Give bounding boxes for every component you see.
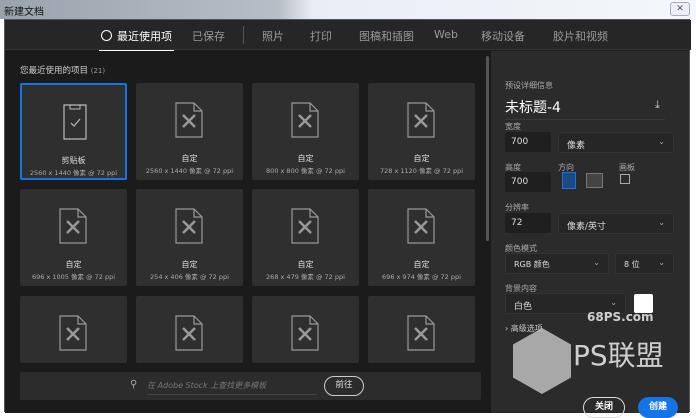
create-button[interactable]: 创建 [638,397,678,418]
item-size: 800 x 800 像素 @ 72 ppi [266,167,345,175]
document-icon [175,102,203,138]
recent-count: (21) [90,67,106,75]
item-size: 696 x 1005 像素 @ 72 ppi [31,273,116,281]
document-icon [175,315,203,351]
clipboard-icon [63,104,87,140]
document-icon [407,208,435,244]
item-name: 自定 [297,260,314,269]
height-input[interactable]: 700 [505,172,551,192]
bit-depth-select[interactable]: 8 位 ⌄ [615,253,674,274]
item-size: 268 x 479 像素 @ 72 ppi [266,273,345,281]
tab-recent[interactable]: 最近使用项 [99,28,174,52]
item-size: 728 x 1120 像素 @ 72 ppi [379,167,464,175]
tab-mobile[interactable]: 移动设备 [481,28,525,44]
window-close-button[interactable]: ✕ [670,2,690,16]
portrait-icon[interactable] [562,172,576,189]
preset-details-panel: 预设详细信息 未标题-4 ⤓ 宽度 700 像素 ⌄ 高度 方向 画板 700 分… [491,51,689,418]
search-icon: ⚲ [130,379,138,390]
item-name: 自定 [181,260,198,269]
recent-item-card[interactable] [368,296,475,363]
tab-saved[interactable]: 已保存 [192,28,225,44]
tab-label: 最近使用项 [117,30,172,43]
watermark-logo [513,328,571,394]
width-input[interactable]: 700 [505,132,551,152]
document-icon [59,208,87,244]
title-bar: 新建文档 ✕ [0,0,696,19]
document-icon [291,315,319,351]
resolution-label: 分辨率 [505,203,529,212]
window-title: 新建文档 [4,7,44,18]
recent-item-card[interactable]: 自定 800 x 800 像素 @ 72 ppi [252,83,359,180]
document-icon [407,315,435,351]
recent-item-card[interactable]: 剪贴板 2560 x 1440 像素 @ 72 ppi [20,83,127,180]
recent-heading-text: 您最近使用的项目 [20,66,89,76]
landscape-icon[interactable] [586,173,603,188]
item-name: 自定 [181,154,198,163]
item-size: 2560 x 1440 像素 @ 72 ppi [29,169,118,177]
item-name: 剪贴板 [61,156,86,165]
tab-art[interactable]: 图稿和插图 [359,28,414,44]
artboard-checkbox[interactable] [620,174,630,184]
chevron-down-icon: ⌄ [658,218,665,227]
color-mode-select[interactable]: RGB 颜色 ⌄ [505,253,609,274]
item-size: 2560 x 1440 像素 @ 72 ppi [145,167,234,175]
recent-item-card[interactable] [20,296,127,363]
recent-item-card[interactable]: 自定 2560 x 1440 像素 @ 72 ppi [136,83,243,180]
close-button[interactable]: 关闭 [583,397,625,418]
tab-bar: 最近使用项 已保存 照片 打印 图稿和插图 Web 移动设备 胶片和视频 [5,20,691,52]
recent-item-card[interactable]: 自定 728 x 1120 像素 @ 72 ppi [368,83,475,180]
recent-item-card[interactable]: 自定 254 x 406 像素 @ 72 ppi [136,189,243,286]
new-document-dialog: 最近使用项 已保存 照片 打印 图稿和插图 Web 移动设备 胶片和视频 您最近… [4,19,691,418]
tab-photo[interactable]: 照片 [262,28,284,44]
document-name-input[interactable]: 未标题-4 [505,97,665,120]
recent-item-card[interactable]: 自定 696 x 1005 像素 @ 72 ppi [20,189,127,286]
tab-web[interactable]: Web [434,28,458,41]
chevron-down-icon: ⌄ [658,258,665,267]
item-size: 696 x 974 像素 @ 72 ppi [382,273,461,281]
recent-item-card[interactable]: 自定 268 x 479 像素 @ 72 ppi [252,189,359,286]
chevron-down-icon: ⌄ [610,298,617,307]
tab-print[interactable]: 打印 [310,28,332,44]
watermark-site: 68PS.com [587,310,654,324]
document-icon [407,102,435,138]
item-name: 自定 [413,154,430,163]
tab-film[interactable]: 胶片和视频 [553,28,608,44]
recent-item-card[interactable]: 自定 696 x 974 像素 @ 72 ppi [368,189,475,286]
preset-heading: 预设详细信息 [505,81,553,90]
resolution-input[interactable]: 72 [505,213,551,233]
document-icon [175,208,203,244]
width-unit-select[interactable]: 像素 ⌄ [558,132,674,153]
item-name: 自定 [65,260,82,269]
save-preset-icon[interactable]: ⤓ [655,98,660,112]
clock-icon [101,30,112,41]
document-icon [291,208,319,244]
tab-divider [243,26,244,44]
resolution-unit-select[interactable]: 像素/英寸 ⌄ [558,213,674,234]
stock-search-bar: ⚲ 在 Adobe Stock 上查找更多模板 前往 [20,372,481,400]
item-name: 自定 [297,154,314,163]
scrollbar[interactable] [486,56,489,241]
document-icon [291,102,319,138]
recent-item-card[interactable] [252,296,359,363]
width-label: 宽度 [505,122,521,131]
recent-panel: 您最近使用的项目 (21) 剪贴板 2560 x 1440 像素 @ 72 ppi… [5,51,491,413]
watermark-brand: PS联盟 [573,339,664,372]
stock-search-input[interactable]: 在 Adobe Stock 上查找更多模板 [147,380,317,395]
recent-item-card[interactable] [136,296,243,363]
go-button[interactable]: 前往 [324,376,364,396]
chevron-down-icon: ⌄ [593,258,600,267]
item-size: 254 x 406 像素 @ 72 ppi [150,273,229,281]
chevron-down-icon: ⌄ [658,137,665,146]
item-name: 自定 [413,260,430,269]
document-icon [59,315,87,351]
artboard-label: 画板 [619,163,635,172]
recent-heading: 您最近使用的项目 (21) [20,64,105,76]
